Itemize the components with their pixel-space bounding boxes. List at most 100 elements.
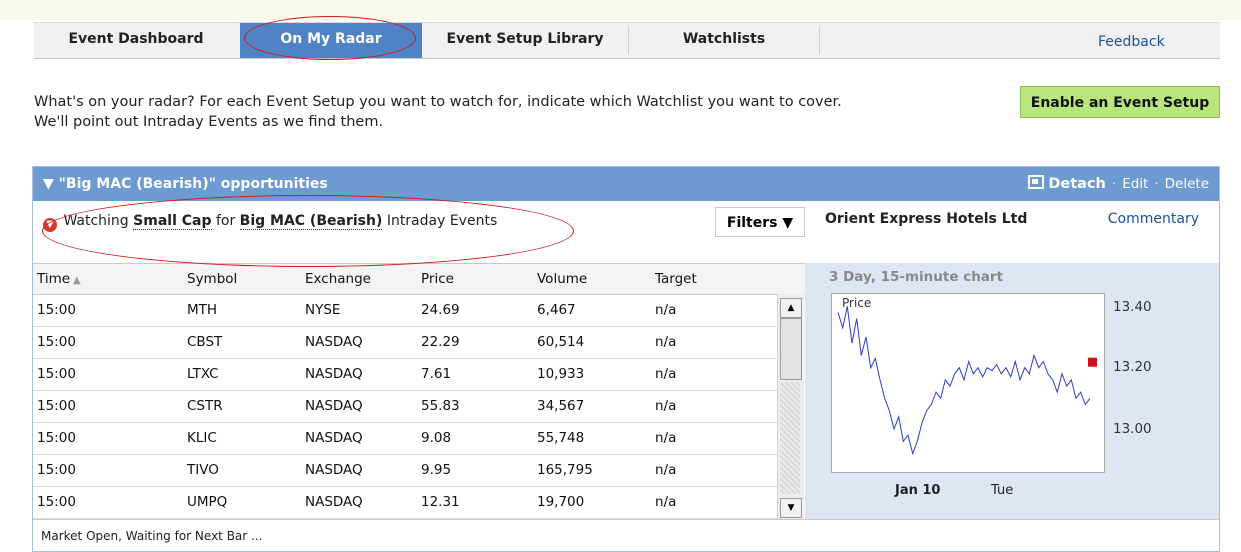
column-header-volume[interactable]: Volume <box>537 264 587 294</box>
cell-time: 15:00 <box>37 366 76 382</box>
tab-watchlists[interactable]: Watchlists <box>629 23 819 58</box>
table-row[interactable]: 15:00 LTXC NASDAQ 7.61 10,933 n/a <box>33 359 777 391</box>
cell-exchange: NASDAQ <box>305 398 363 414</box>
events-table: Time ▲ Symbol Exchange Price Volume Targe… <box>33 263 805 520</box>
price-series-line <box>837 306 1091 456</box>
cell-price: 12.31 <box>421 494 460 510</box>
cell-target: n/a <box>655 430 677 446</box>
for-word: for <box>215 213 236 229</box>
x-tick-label: Jan 10 <box>895 483 941 498</box>
table-row[interactable]: 15:00 KLIC NASDAQ 9.08 55,748 n/a <box>33 423 777 455</box>
y-tick-label: 13.00 <box>1113 421 1152 437</box>
tab-event-setup-library[interactable]: Event Setup Library <box>422 23 628 58</box>
cell-volume: 19,700 <box>537 494 585 510</box>
watching-suffix: Intraday Events <box>386 213 498 229</box>
cell-price: 24.69 <box>421 302 460 318</box>
edit-link[interactable]: Edit <box>1122 176 1148 192</box>
company-name: Orient Express Hotels Ltd <box>825 211 1028 227</box>
feedback-link[interactable]: Feedback <box>1098 23 1165 61</box>
watchlist-link[interactable]: Small Cap <box>133 213 212 230</box>
sort-icon[interactable]: ▲ <box>73 275 81 286</box>
cell-exchange: NYSE <box>305 302 341 318</box>
stock-side-panel: Orient Express Hotels Ltd Commentary 3 D… <box>805 201 1219 519</box>
detach-link[interactable]: Detach <box>1048 176 1106 192</box>
cell-target: n/a <box>655 494 677 510</box>
panel-title[interactable]: ▼ "Big MAC (Bearish)" opportunities <box>43 167 328 201</box>
intro-line-2: We'll point out Intraday Events as we fi… <box>34 114 384 130</box>
enable-event-setup-button[interactable]: Enable an Event Setup <box>1020 86 1220 118</box>
commentary-link[interactable]: Commentary <box>1108 211 1199 227</box>
scroll-track[interactable] <box>780 382 800 494</box>
cell-symbol: CBST <box>187 334 223 350</box>
column-header-symbol[interactable]: Symbol <box>187 264 237 294</box>
tab-on-my-radar[interactable]: On My Radar <box>240 23 422 58</box>
cell-time: 15:00 <box>37 398 76 414</box>
table-row[interactable]: 15:00 CBST NASDAQ 22.29 60,514 n/a <box>33 327 777 359</box>
cell-symbol: CSTR <box>187 398 223 414</box>
cell-volume: 34,567 <box>537 398 585 414</box>
cell-volume: 165,795 <box>537 462 593 478</box>
side-panel-top: Orient Express Hotels Ltd Commentary <box>805 201 1219 263</box>
panel-actions: Detach · Edit · Delete <box>1028 167 1209 201</box>
table-header: Time ▲ Symbol Exchange Price Volume Targe… <box>33 264 805 295</box>
watching-line: ▼ Watching Small Cap for Big MAC (Bearis… <box>43 211 497 232</box>
cell-symbol: TIVO <box>187 462 219 478</box>
opportunities-panel: ▼ "Big MAC (Bearish)" opportunities Deta… <box>32 166 1220 552</box>
table-scrollbar[interactable]: ▲ ▼ <box>777 294 804 520</box>
cell-symbol: MTH <box>187 302 218 318</box>
cell-exchange: NASDAQ <box>305 334 363 350</box>
cell-volume: 60,514 <box>537 334 585 350</box>
x-tick-label: Tue <box>991 483 1014 498</box>
chart-title: 3 Day, 15-minute chart <box>829 269 1004 285</box>
cell-price: 9.08 <box>421 430 452 446</box>
cell-exchange: NASDAQ <box>305 494 363 510</box>
cell-symbol: LTXC <box>187 366 219 382</box>
cell-exchange: NASDAQ <box>305 462 363 478</box>
top-band <box>0 0 1241 20</box>
scroll-up-button[interactable]: ▲ <box>780 298 802 318</box>
cell-exchange: NASDAQ <box>305 366 363 382</box>
intro-text: What's on your radar? For each Event Set… <box>34 92 842 132</box>
watching-prefix: Watching <box>63 213 129 229</box>
y-axis-label: Price <box>842 296 871 310</box>
cell-time: 15:00 <box>37 334 76 350</box>
column-header-target[interactable]: Target <box>655 264 697 294</box>
tab-separator <box>819 27 820 54</box>
column-header-price[interactable]: Price <box>421 264 454 294</box>
cell-volume: 6,467 <box>537 302 576 318</box>
cell-symbol: UMPQ <box>187 494 228 510</box>
cell-exchange: NASDAQ <box>305 430 363 446</box>
table-row[interactable]: 15:00 UMPQ NASDAQ 12.31 19,700 n/a <box>33 487 777 519</box>
table-row[interactable]: 15:00 MTH NYSE 24.69 6,467 n/a <box>33 295 777 327</box>
setup-link[interactable]: Big MAC (Bearish) <box>239 213 383 230</box>
y-tick-label: 13.40 <box>1113 299 1152 315</box>
cell-target: n/a <box>655 302 677 318</box>
cell-target: n/a <box>655 462 677 478</box>
cell-symbol: KLIC <box>187 430 217 446</box>
bearish-arrow-icon: ▼ <box>43 218 57 232</box>
price-chart-svg: Price <box>837 296 1097 456</box>
price-chart: Price <box>831 293 1105 473</box>
cell-price: 7.61 <box>421 366 452 382</box>
status-bar: Market Open, Waiting for Next Bar ... <box>33 519 1219 551</box>
delete-link[interactable]: Delete <box>1165 176 1209 192</box>
cell-target: n/a <box>655 398 677 414</box>
tab-event-dashboard[interactable]: Event Dashboard <box>34 23 238 58</box>
detach-icon[interactable] <box>1028 175 1045 189</box>
cell-time: 15:00 <box>37 430 76 446</box>
cell-price: 9.95 <box>421 462 452 478</box>
y-tick-label: 13.20 <box>1113 359 1152 375</box>
main-tabs: Event Dashboard On My Radar Event Setup … <box>34 22 1220 59</box>
column-header-exchange[interactable]: Exchange <box>305 264 371 294</box>
table-row[interactable]: 15:00 TIVO NASDAQ 9.95 165,795 n/a <box>33 455 777 487</box>
table-row[interactable]: 15:00 CSTR NASDAQ 55.83 34,567 n/a <box>33 391 777 423</box>
cell-volume: 55,748 <box>537 430 585 446</box>
scroll-thumb[interactable] <box>780 318 802 380</box>
filters-button[interactable]: Filters ▼ <box>715 207 805 237</box>
panel-header: ▼ "Big MAC (Bearish)" opportunities Deta… <box>33 167 1219 201</box>
column-header-time[interactable]: Time ▲ <box>37 264 81 296</box>
scroll-down-button[interactable]: ▼ <box>780 498 802 518</box>
cell-target: n/a <box>655 334 677 350</box>
intro-line-1: What's on your radar? For each Event Set… <box>34 94 842 110</box>
cell-volume: 10,933 <box>537 366 585 382</box>
